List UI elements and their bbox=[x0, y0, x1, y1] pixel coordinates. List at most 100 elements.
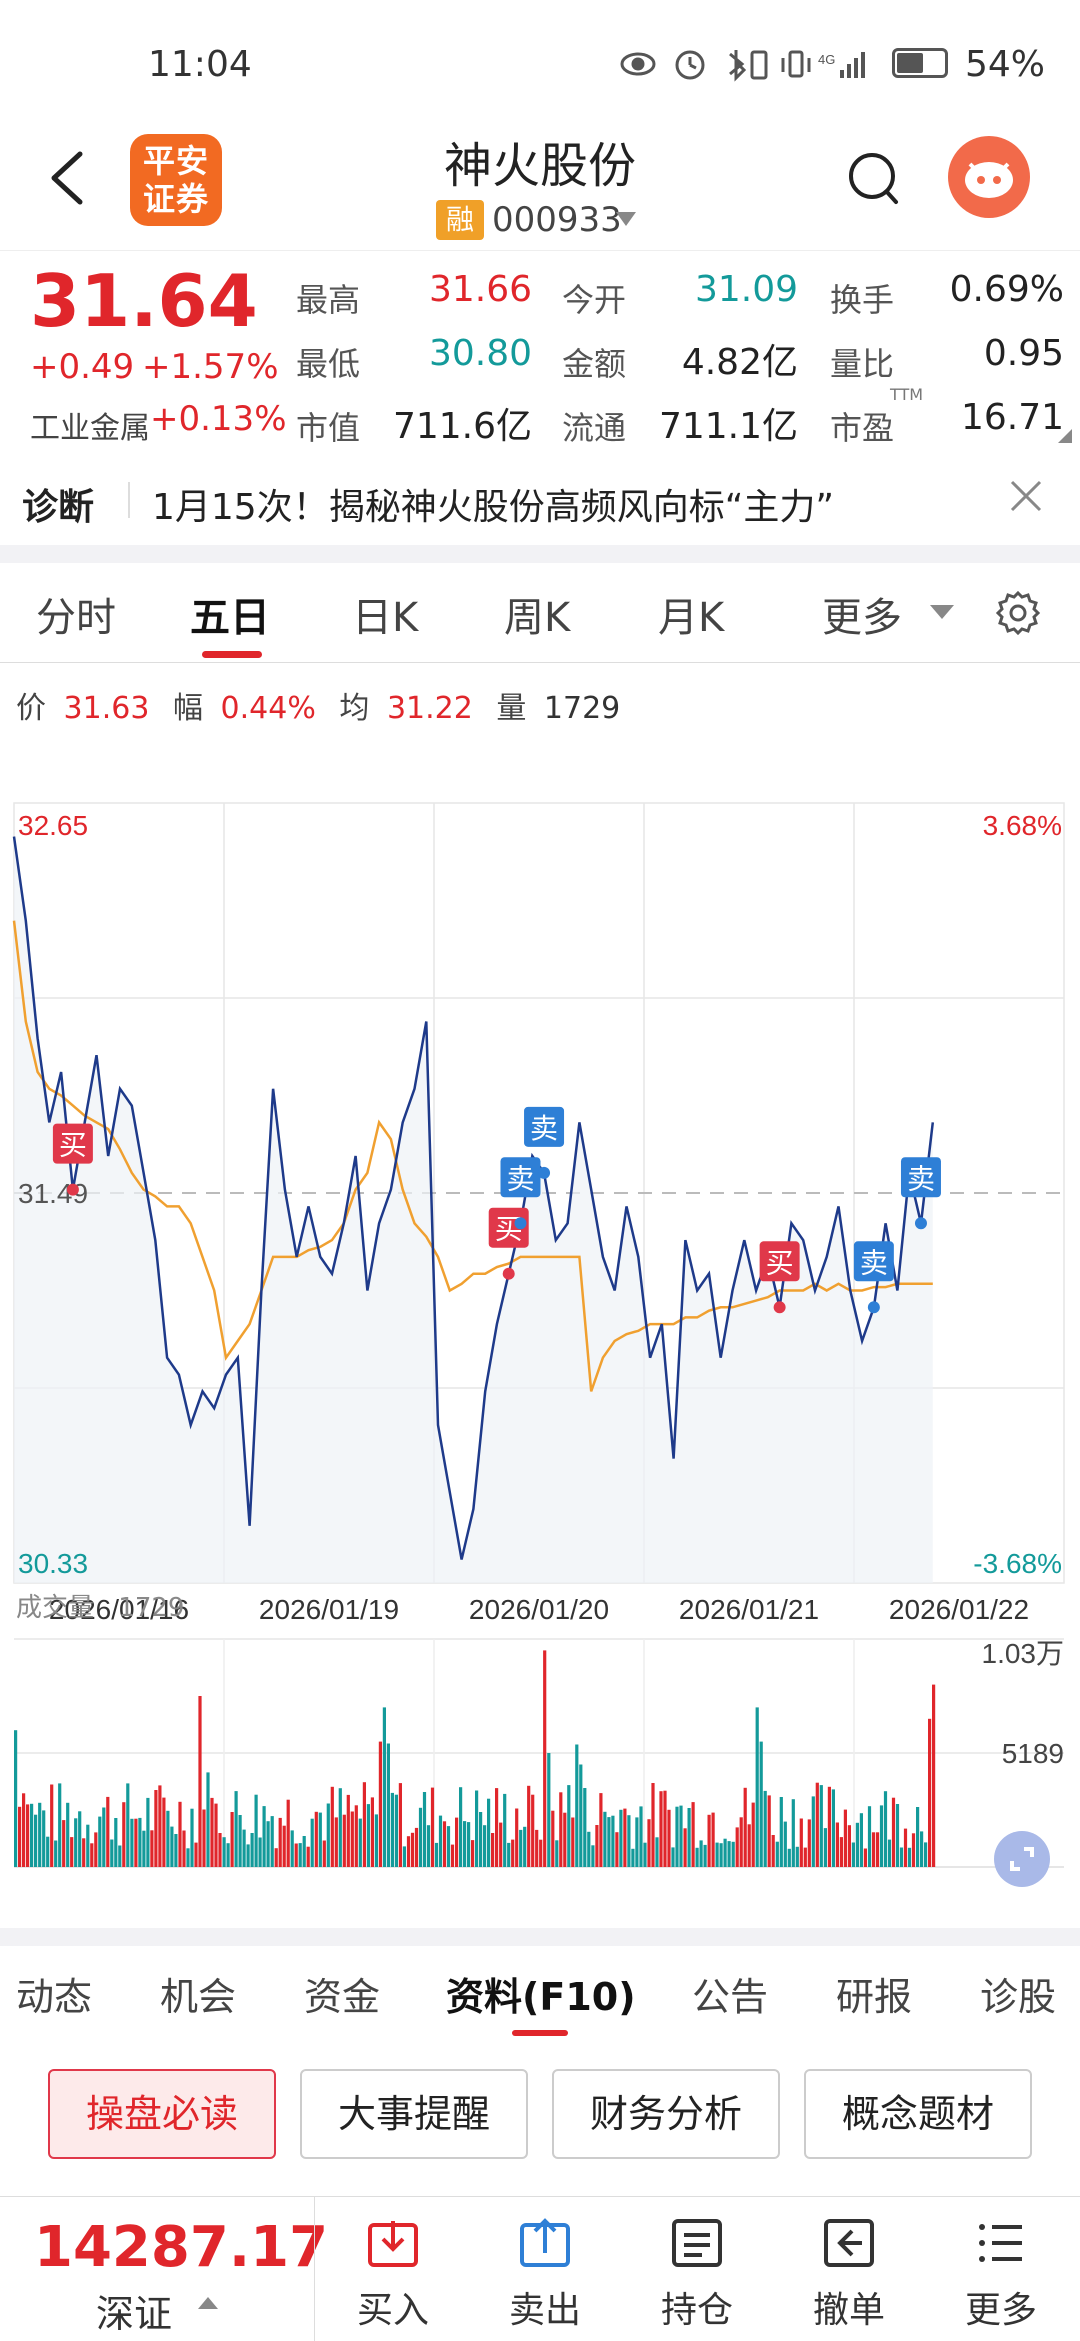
volume-bar bbox=[531, 1794, 535, 1867]
more-menu-icon[interactable] bbox=[974, 2217, 1028, 2269]
tab-more[interactable]: 更多 bbox=[822, 585, 902, 643]
tab-capital[interactable]: 资金 bbox=[304, 1966, 380, 2021]
volume-bar bbox=[875, 1832, 880, 1867]
sector-change: +0.13% bbox=[150, 399, 287, 439]
volume-bar bbox=[22, 1793, 26, 1867]
price-line-chart[interactable]: 32.6531.4930.333.68%-3.68%2026/01/16 2026… bbox=[0, 733, 1080, 1653]
volume-bar bbox=[230, 1812, 234, 1867]
status-icons: 4G bbox=[618, 44, 888, 84]
volume-bar bbox=[587, 1831, 591, 1867]
field-value-pe: 16.71 bbox=[960, 397, 1064, 438]
volume-bar bbox=[667, 1809, 671, 1867]
tab-weekly-k[interactable]: 周K bbox=[504, 585, 570, 643]
volume-bar bbox=[607, 1817, 611, 1867]
buy-label[interactable]: 买入 bbox=[338, 2281, 448, 2333]
volume-bar bbox=[799, 1818, 803, 1867]
index-value[interactable]: 14287.17 bbox=[34, 2215, 328, 2280]
holdings-label[interactable]: 持仓 bbox=[642, 2281, 752, 2333]
tab-announcement[interactable]: 公告 bbox=[692, 1966, 768, 2021]
close-icon[interactable] bbox=[1008, 478, 1044, 514]
field-label-volratio: 量比 bbox=[830, 345, 895, 383]
volume-bar bbox=[354, 1805, 358, 1867]
diagnosis-headline[interactable]: 1月15次！揭秘神火股份高频风向标“主力” bbox=[152, 478, 834, 530]
tab-intraday[interactable]: 分时 bbox=[36, 585, 116, 643]
avatar[interactable] bbox=[948, 136, 1030, 218]
volume-bar bbox=[306, 1846, 310, 1867]
volume-bar bbox=[142, 1830, 146, 1867]
volume-bar bbox=[358, 1818, 362, 1867]
volume-bar bbox=[242, 1829, 246, 1867]
cancel-order-icon[interactable] bbox=[822, 2217, 876, 2269]
volume-bar bbox=[655, 1837, 659, 1867]
tab-monthly-k[interactable]: 月K bbox=[658, 585, 724, 643]
volume-bar bbox=[739, 1817, 743, 1867]
sell-label[interactable]: 卖出 bbox=[490, 2281, 600, 2333]
volume-bar bbox=[899, 1847, 904, 1867]
volume-bar bbox=[406, 1836, 411, 1867]
volume-bar bbox=[286, 1799, 290, 1867]
volume-bar bbox=[246, 1844, 250, 1867]
trade-label-sell: 卖 bbox=[860, 1246, 888, 1279]
field-label-float: 流通 bbox=[562, 409, 627, 447]
volume-bar bbox=[66, 1802, 70, 1867]
volume-bar bbox=[294, 1843, 298, 1867]
search-icon[interactable] bbox=[846, 150, 902, 210]
stock-code: 000933 bbox=[492, 200, 622, 240]
info-price-label: 价 bbox=[16, 691, 46, 726]
volume-bar bbox=[346, 1794, 350, 1867]
volume-bar bbox=[559, 1792, 563, 1867]
back-icon[interactable] bbox=[42, 148, 92, 208]
five-day-chart[interactable]: 价 31.63 幅 0.44% 均 31.22 量 1729 32.65 31.4… bbox=[0, 663, 1080, 1913]
tab-daily-k[interactable]: 日K bbox=[352, 585, 418, 643]
tab-opportunity[interactable]: 机会 bbox=[160, 1966, 236, 2021]
volume-bar bbox=[627, 1815, 631, 1867]
event-reminder-button[interactable]: 大事提醒 bbox=[300, 2069, 528, 2159]
volume-bar bbox=[182, 1830, 186, 1867]
fullscreen-icon[interactable] bbox=[994, 1831, 1050, 1887]
more-dropdown-icon[interactable] bbox=[930, 605, 954, 619]
volume-bar bbox=[727, 1841, 731, 1867]
volume-bar bbox=[683, 1828, 687, 1867]
pct-label-bottom: -3.68% bbox=[973, 1548, 1062, 1579]
cancel-order-label[interactable]: 撤单 bbox=[794, 2281, 904, 2333]
volume-bar bbox=[547, 1753, 551, 1867]
volume-bar bbox=[38, 1802, 42, 1867]
volume-bar bbox=[903, 1828, 908, 1867]
buy-icon[interactable] bbox=[366, 2217, 420, 2269]
index-name[interactable]: 深证 bbox=[96, 2283, 172, 2338]
field-label-pe: 市盈 bbox=[830, 409, 895, 447]
trade-point-buy bbox=[502, 1267, 515, 1280]
index-switch-icon[interactable] bbox=[198, 2297, 218, 2309]
quote-expand-icon[interactable] bbox=[1058, 429, 1072, 443]
volume-bar bbox=[779, 1797, 783, 1867]
battery-percent: 54% bbox=[965, 44, 1046, 85]
code-dropdown-icon[interactable] bbox=[616, 212, 636, 226]
volume-bar bbox=[879, 1805, 884, 1867]
sector-label[interactable]: 工业金属 bbox=[30, 403, 150, 447]
volume-bar bbox=[735, 1827, 739, 1867]
diagnosis-divider bbox=[128, 482, 130, 518]
volume-bar bbox=[811, 1796, 815, 1867]
volume-bar bbox=[575, 1744, 579, 1867]
volume-bar bbox=[58, 1783, 62, 1867]
settings-gear-icon[interactable] bbox=[994, 589, 1042, 637]
diagnosis-bar[interactable]: 诊断 1月15次！揭秘神火股份高频风向标“主力” bbox=[0, 450, 1080, 545]
vol-axis-top: 1.03万 bbox=[982, 1638, 1065, 1669]
volume-bar-chart[interactable]: 1.03万 5189 bbox=[0, 1619, 1080, 1889]
vol-axis-mid: 5189 bbox=[1002, 1738, 1064, 1769]
sell-icon[interactable] bbox=[518, 2217, 572, 2269]
volume-bar bbox=[583, 1788, 587, 1867]
tab-f10[interactable]: 资料(F10) bbox=[446, 1966, 636, 2021]
tab-diagnose[interactable]: 诊股 bbox=[980, 1966, 1056, 2021]
tab-research[interactable]: 研报 bbox=[836, 1966, 912, 2021]
financial-analysis-button[interactable]: 财务分析 bbox=[552, 2069, 780, 2159]
tab-news[interactable]: 动态 bbox=[16, 1966, 92, 2021]
concept-theme-button[interactable]: 概念题材 bbox=[804, 2069, 1032, 2159]
trading-guide-button[interactable]: 操盘必读 bbox=[48, 2069, 276, 2159]
holdings-icon[interactable] bbox=[670, 2217, 724, 2269]
volume-bar bbox=[254, 1794, 258, 1867]
volume-bar bbox=[703, 1844, 707, 1867]
volume-bar bbox=[366, 1804, 370, 1867]
more-label[interactable]: 更多 bbox=[946, 2281, 1056, 2333]
tab-five-day[interactable]: 五日 bbox=[190, 585, 270, 643]
